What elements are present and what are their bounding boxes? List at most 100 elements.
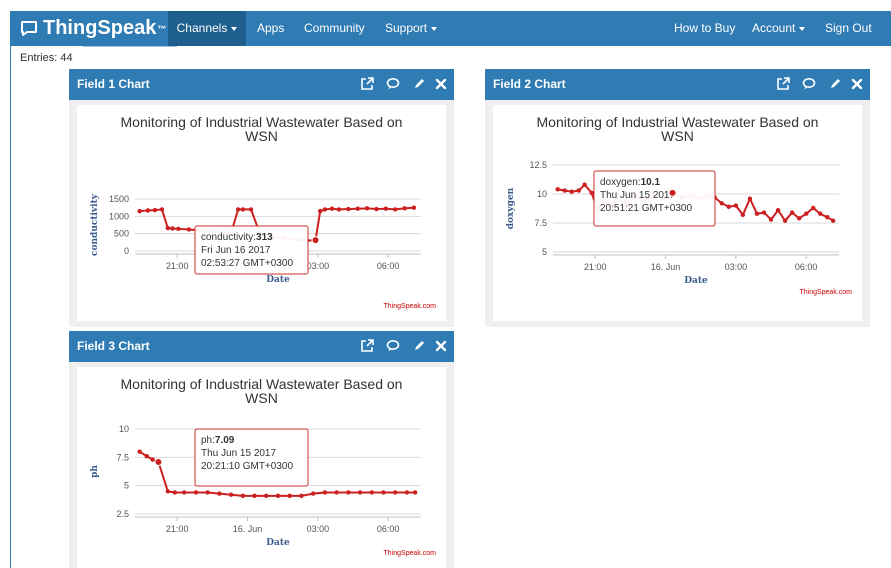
data-point: [811, 205, 816, 211]
data-point: [186, 227, 192, 232]
data-point: [252, 493, 257, 499]
data-point: [334, 490, 339, 495]
tooltip-value: 7.09: [215, 435, 235, 446]
panel-title: Field 1 Chart: [77, 77, 150, 91]
data-point: [240, 207, 246, 212]
y-tick-label: 2.5: [116, 509, 129, 519]
y-tick-label: 500: [114, 229, 129, 239]
external-link-icon[interactable]: [360, 77, 374, 91]
chart-area: Monitoring of Industrial Wastewater Base…: [493, 105, 862, 321]
close-icon[interactable]: [434, 77, 448, 91]
data-point: [165, 489, 171, 494]
chevron-down-icon: [799, 26, 806, 31]
comment-icon[interactable]: [386, 339, 400, 353]
tooltip-time: 02:53:27 GMT+0300: [201, 258, 293, 269]
x-tick-label: 03:00: [307, 524, 330, 534]
data-tooltip: conductivity:313 Fri Jun 16 2017 02:53:27 …: [194, 225, 309, 275]
tooltip-value-line: doxygen:10.1: [600, 177, 660, 188]
nav-apps-link[interactable]: Apps: [257, 11, 284, 46]
data-point: [818, 211, 823, 216]
data-point: [137, 208, 142, 214]
nav-community-label: Community: [304, 21, 365, 35]
data-point: [569, 189, 574, 194]
conductivity-line-chart[interactable]: 05001000150021:0016. Jun03:0006:00Dateco…: [77, 105, 446, 321]
page-left-border: [10, 46, 11, 568]
data-point: [775, 208, 781, 213]
nav-channels-label: Channels: [176, 21, 228, 35]
close-icon[interactable]: [850, 77, 864, 91]
comment-icon[interactable]: [386, 77, 400, 91]
data-point: [719, 201, 724, 206]
data-point: [562, 188, 567, 193]
tooltip-series-name: doxygen:: [600, 177, 641, 188]
x-axis-title: Date: [684, 276, 708, 286]
panel-header: Field 3 Chart: [69, 331, 454, 362]
data-point: [322, 490, 328, 495]
external-link-icon[interactable]: [360, 339, 374, 353]
nav-apps-label: Apps: [257, 21, 285, 35]
field-3-chart-panel: Field 3 Chart Monitoring of Industrial W…: [69, 331, 454, 568]
data-point: [172, 490, 178, 495]
nav-sign-out-link[interactable]: Sign Out: [825, 11, 872, 46]
thingspeak-credit-link[interactable]: ThingSpeak.com: [799, 289, 852, 296]
data-point: [235, 207, 241, 212]
y-tick-label: 5: [542, 247, 547, 257]
data-point: [310, 491, 316, 496]
pencil-icon[interactable]: [412, 339, 426, 353]
x-tick-label: 21:00: [166, 524, 189, 534]
tooltip-date: Thu Jun 15 2017: [600, 190, 675, 201]
tooltip-series-name: conductivity:: [201, 232, 256, 243]
x-axis-title: Date: [266, 538, 290, 548]
ph-line-chart[interactable]: 2.5 5 7.5 10 21:00 16. Jun 03:00 06:00 Date ph ph:…: [77, 367, 446, 568]
data-point: [740, 212, 746, 218]
thingspeak-logo[interactable]: ThingSpeak ™: [10, 11, 166, 46]
nav-channels-menu[interactable]: Channels: [168, 11, 246, 46]
field-2-chart-panel: Field 2 Chart Monitoring of Industrial W…: [485, 69, 870, 327]
data-point: [150, 457, 155, 462]
comment-icon[interactable]: [802, 77, 816, 91]
panel-title: Field 3 Chart: [77, 339, 150, 353]
external-link-icon[interactable]: [776, 77, 790, 91]
x-axis-title: Date: [266, 275, 290, 285]
nav-how-to-buy-link[interactable]: How to Buy: [674, 11, 735, 46]
panel-header: Field 1 Chart: [69, 69, 454, 100]
y-axis-title: doxygen: [506, 187, 516, 229]
tooltip-date: Fri Jun 16 2017: [201, 245, 271, 256]
data-point: [275, 493, 281, 499]
nav-support-menu[interactable]: Support: [385, 11, 438, 46]
pencil-icon[interactable]: [412, 77, 426, 91]
data-point: [217, 491, 222, 496]
tooltip-series-name: ph:: [201, 435, 215, 446]
x-tick-label: 16. Jun: [233, 524, 263, 534]
data-point: [733, 203, 739, 208]
x-tick-label: 06:00: [377, 524, 400, 534]
nav-support-label: Support: [385, 21, 428, 35]
data-point: [747, 196, 753, 201]
chevron-down-icon: [231, 26, 238, 31]
data-point: [355, 206, 360, 211]
tooltip-time: 20:21:10 GMT+0300: [201, 461, 293, 472]
data-point: [830, 218, 836, 223]
data-point: [346, 490, 351, 495]
top-navbar: ThingSpeak ™ Channels Apps Community Supp…: [10, 11, 891, 46]
data-point: [322, 207, 328, 212]
y-tick-label: 1500: [109, 194, 129, 204]
x-tick-label: 21:00: [584, 262, 607, 272]
data-point: [228, 492, 234, 497]
x-tick-label: 06:00: [795, 262, 818, 272]
pencil-icon[interactable]: [828, 77, 842, 91]
y-tick-label: 12.5: [529, 160, 547, 170]
nav-community-link[interactable]: Community: [304, 11, 365, 46]
tooltip-value: 10.1: [641, 177, 661, 188]
data-point: [137, 449, 142, 454]
data-point: [381, 490, 386, 495]
thingspeak-credit-link[interactable]: ThingSpeak.com: [383, 303, 436, 310]
data-point: [589, 190, 594, 196]
data-point: [761, 210, 767, 215]
data-point: [287, 493, 292, 499]
tooltip-value-line: conductivity:313: [201, 232, 273, 243]
close-icon[interactable]: [434, 339, 448, 353]
nav-account-menu[interactable]: Account: [752, 11, 806, 46]
data-point: [248, 207, 254, 212]
thingspeak-credit-link[interactable]: ThingSpeak.com: [383, 550, 436, 557]
